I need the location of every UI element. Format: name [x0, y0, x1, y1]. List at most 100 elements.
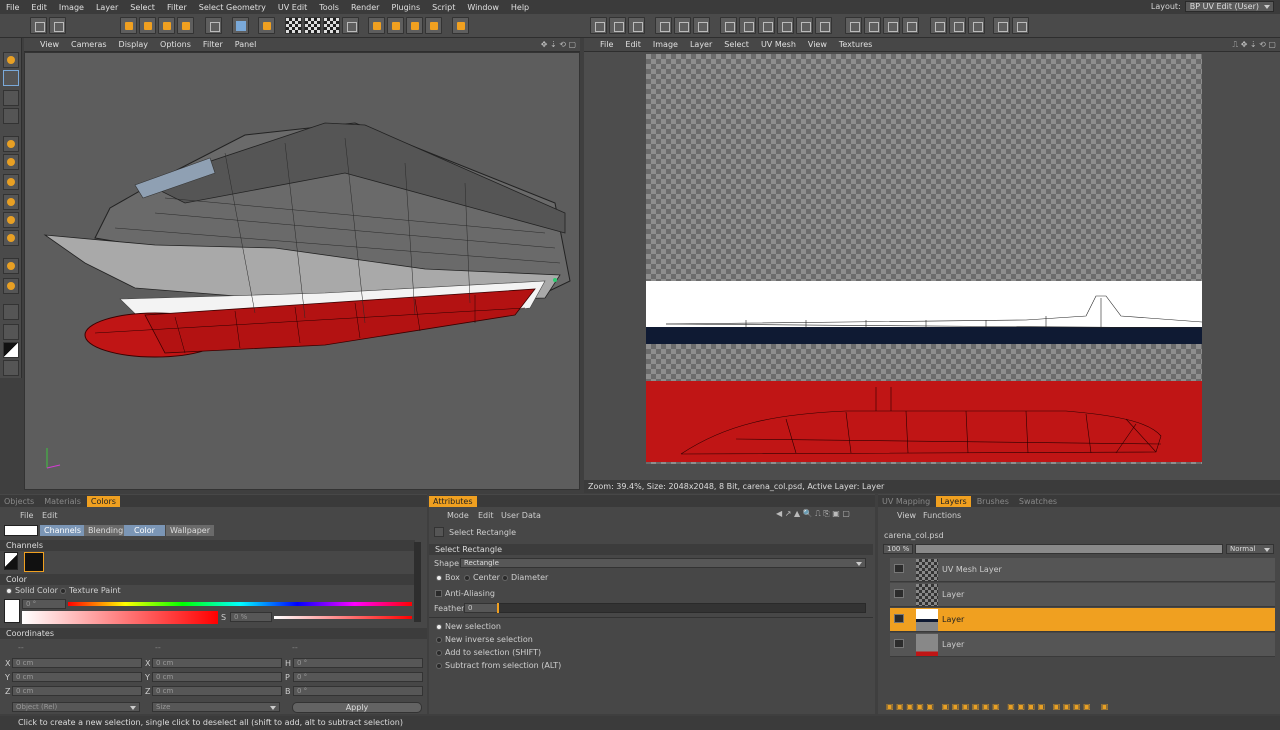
uv-menu-uv-mesh[interactable]: UV Mesh: [755, 40, 802, 49]
cube-object-icon-3[interactable]: [406, 17, 423, 34]
vp3d-menu-filter[interactable]: Filter: [197, 40, 229, 49]
eyedropper-icon[interactable]: [3, 304, 19, 320]
uv-tool-icon-16[interactable]: [902, 17, 919, 34]
mode-tab-blending[interactable]: Blending: [84, 525, 128, 536]
uv-tool-icon-21[interactable]: [1012, 17, 1029, 34]
eraser-icon[interactable]: [3, 174, 19, 190]
cube-object-icon-4[interactable]: [425, 17, 442, 34]
menu-uv-edit[interactable]: UV Edit: [272, 3, 313, 12]
uv-tool-icon-2[interactable]: [609, 17, 626, 34]
zoom-icon[interactable]: [3, 324, 19, 340]
coord-rotation-b[interactable]: 0 °: [293, 686, 423, 696]
blend-mode-dropdown[interactable]: Normal: [1226, 544, 1274, 554]
uv-menu-file[interactable]: File: [594, 40, 619, 49]
move-tool-icon[interactable]: [120, 17, 137, 34]
box-radio[interactable]: [436, 575, 442, 581]
saturation-preview[interactable]: [22, 611, 218, 624]
menu-layer[interactable]: Layer: [90, 3, 124, 12]
uv-tool-icon-11[interactable]: [796, 17, 813, 34]
render-icon[interactable]: [258, 17, 275, 34]
size-mode-dropdown[interactable]: Size: [152, 702, 280, 712]
uv-tool-icon-14[interactable]: [864, 17, 881, 34]
diameter-radio[interactable]: [502, 575, 508, 581]
menu-select[interactable]: Select: [124, 3, 161, 12]
transform-tool-icon[interactable]: [177, 17, 194, 34]
mode-tab-wallpaper[interactable]: Wallpaper: [166, 525, 215, 536]
texture-view-icon-3[interactable]: [323, 17, 340, 34]
uv-tool-icon-20[interactable]: [993, 17, 1010, 34]
opacity-slider[interactable]: [915, 544, 1223, 554]
viewport-nav-icons[interactable]: ✥ ⇣ ⟲ ▢: [541, 40, 576, 49]
center-radio[interactable]: [464, 575, 470, 581]
vp3d-menu-options[interactable]: Options: [154, 40, 197, 49]
texture-view-icon-2[interactable]: [304, 17, 321, 34]
apply-button[interactable]: Apply: [292, 702, 422, 713]
uv-viewport[interactable]: [584, 52, 1280, 480]
uv-tool-icon-10[interactable]: [777, 17, 794, 34]
brush-icon[interactable]: [3, 136, 19, 152]
feather-slider[interactable]: [498, 603, 866, 613]
uv-menu-textures[interactable]: Textures: [833, 40, 878, 49]
colors-scrollbar[interactable]: [414, 542, 421, 622]
uv-tool-icon-9[interactable]: [758, 17, 775, 34]
coord-size-z[interactable]: 0 cm: [152, 686, 282, 696]
scale-tool-icon[interactable]: [139, 17, 156, 34]
uv-tool-icon-17[interactable]: [930, 17, 947, 34]
anti-aliasing-checkbox[interactable]: [435, 590, 442, 597]
feather-field[interactable]: 0: [464, 603, 498, 613]
attr-nav-icons[interactable]: ◀ ↗ ▲ 🔍 ⎍ ⎘ ▣ ▢: [776, 509, 850, 519]
menu-plugins[interactable]: Plugins: [385, 3, 426, 12]
uv-tool-icon-5[interactable]: [674, 17, 691, 34]
text-icon[interactable]: [3, 258, 19, 274]
channel-swatch[interactable]: [4, 552, 18, 570]
uv-menu-select[interactable]: Select: [718, 40, 755, 49]
cube-object-icon-2[interactable]: [387, 17, 404, 34]
uv-menu-layer[interactable]: Layer: [684, 40, 718, 49]
menu-select-geometry[interactable]: Select Geometry: [193, 3, 272, 12]
coord-size-x[interactable]: 0 cm: [152, 658, 282, 668]
menu-script[interactable]: Script: [426, 3, 461, 12]
magic-wand-icon[interactable]: [3, 108, 19, 124]
rectangle-select-icon[interactable]: [3, 70, 19, 86]
uv-tool-icon-19[interactable]: [968, 17, 985, 34]
uv-tool-icon-3[interactable]: [628, 17, 645, 34]
visibility-icon[interactable]: [894, 614, 904, 623]
rotate-tool-icon[interactable]: [158, 17, 175, 34]
current-color-swatch[interactable]: [4, 525, 38, 536]
feather-slider-handle[interactable]: [497, 603, 499, 613]
visibility-icon[interactable]: [894, 639, 904, 648]
uv-tool-icon-4[interactable]: [655, 17, 672, 34]
coord-position-y[interactable]: 0 cm: [12, 672, 142, 682]
layout-dropdown[interactable]: BP UV Edit (User): [1184, 1, 1274, 12]
uv-menu-edit[interactable]: Edit: [619, 40, 647, 49]
coord-size-y[interactable]: 0 cm: [152, 672, 282, 682]
menu-help[interactable]: Help: [505, 3, 535, 12]
viewport-3d[interactable]: [24, 52, 580, 490]
attr-menu-user-data[interactable]: User Data: [501, 511, 541, 520]
hue-field[interactable]: 0 °: [22, 599, 66, 609]
layers-menu-view[interactable]: View: [897, 511, 916, 520]
uv-tool-icon-7[interactable]: [720, 17, 737, 34]
swap-colors-icon[interactable]: [3, 360, 19, 376]
redo-icon[interactable]: [49, 17, 66, 34]
attr-menu-edit[interactable]: Edit: [478, 511, 494, 520]
tab-objects[interactable]: Objects: [0, 496, 38, 507]
uv-tool-icon-12[interactable]: [815, 17, 832, 34]
object-mode-dropdown[interactable]: Object (Rel): [12, 702, 140, 712]
coord-rotation-p[interactable]: 0 °: [293, 672, 423, 682]
undo-icon[interactable]: [30, 17, 47, 34]
cube-object-icon[interactable]: [368, 17, 385, 34]
menu-window[interactable]: Window: [461, 3, 505, 12]
texture-view-icon[interactable]: [285, 17, 302, 34]
paint-brush-icon[interactable]: [232, 17, 249, 34]
channel-swatch-active[interactable]: [24, 552, 44, 572]
tab-attributes[interactable]: Attributes: [429, 495, 477, 507]
saturation-field[interactable]: 0 %: [230, 612, 272, 622]
shape-dropdown[interactable]: Rectangle: [460, 558, 866, 568]
uv-tool-icon-18[interactable]: [949, 17, 966, 34]
saturation-slider[interactable]: [274, 616, 412, 619]
visibility-icon[interactable]: [894, 589, 904, 598]
tab-materials[interactable]: Materials: [40, 496, 85, 507]
layer-row-uv-mesh[interactable]: UV Mesh Layer: [890, 558, 1275, 582]
uv-tool-icon-1[interactable]: [590, 17, 607, 34]
